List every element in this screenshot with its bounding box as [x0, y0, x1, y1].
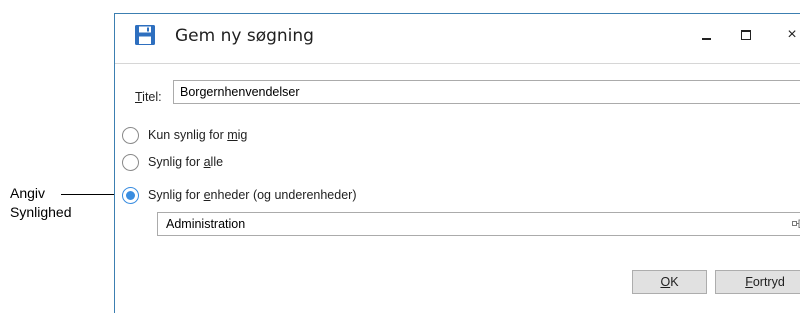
title-input[interactable] [173, 80, 800, 104]
visibility-option-all[interactable]: Synlig for alle [122, 151, 223, 173]
radio-me[interactable] [122, 126, 139, 144]
titlebar-divider [115, 63, 800, 64]
unit-selector-value: Administration [166, 217, 246, 231]
maximize-icon [741, 30, 751, 40]
title-field-label: Titel: [135, 90, 162, 104]
close-icon: × [787, 26, 797, 43]
ok-button[interactable]: OK [632, 270, 707, 294]
visibility-option-me-label: Kun synlig for mig [148, 128, 248, 142]
annotation-line-2: Synlighed [10, 204, 72, 220]
unit-selector-field[interactable]: Administration [157, 212, 800, 236]
close-button[interactable]: × [777, 22, 800, 48]
minimize-icon [701, 38, 711, 40]
save-search-dialog: Gem ny søgning × Titel: Kun synlig for m… [114, 13, 800, 313]
visibility-option-all-label: Synlig for alle [148, 155, 224, 169]
org-tree-icon[interactable] [792, 218, 800, 230]
cancel-mnemonic: F [745, 275, 753, 289]
ok-label-rest: K [670, 275, 679, 289]
dialog-titlebar[interactable]: Gem ny søgning × [115, 14, 800, 59]
dialog-title: Gem ny søgning [175, 26, 314, 46]
minimize-button[interactable] [691, 22, 721, 48]
maximize-button[interactable] [731, 22, 761, 48]
title-label-rest: itel: [142, 90, 162, 104]
annotation-label: Angiv Synlighed [10, 184, 72, 222]
cancel-button[interactable]: Fortryd [715, 270, 800, 294]
visibility-option-units[interactable]: Synlig for enheder (og underenheder) [122, 184, 357, 206]
save-disk-icon [135, 25, 155, 45]
visibility-option-units-label: Synlig for enheder (og underenheder) [148, 188, 357, 202]
radio-all[interactable] [122, 153, 139, 171]
radio-units[interactable] [122, 186, 139, 204]
ok-mnemonic: O [660, 275, 671, 289]
cancel-label-rest: ortryd [752, 275, 785, 289]
visibility-option-me[interactable]: Kun synlig for mig [122, 124, 247, 146]
